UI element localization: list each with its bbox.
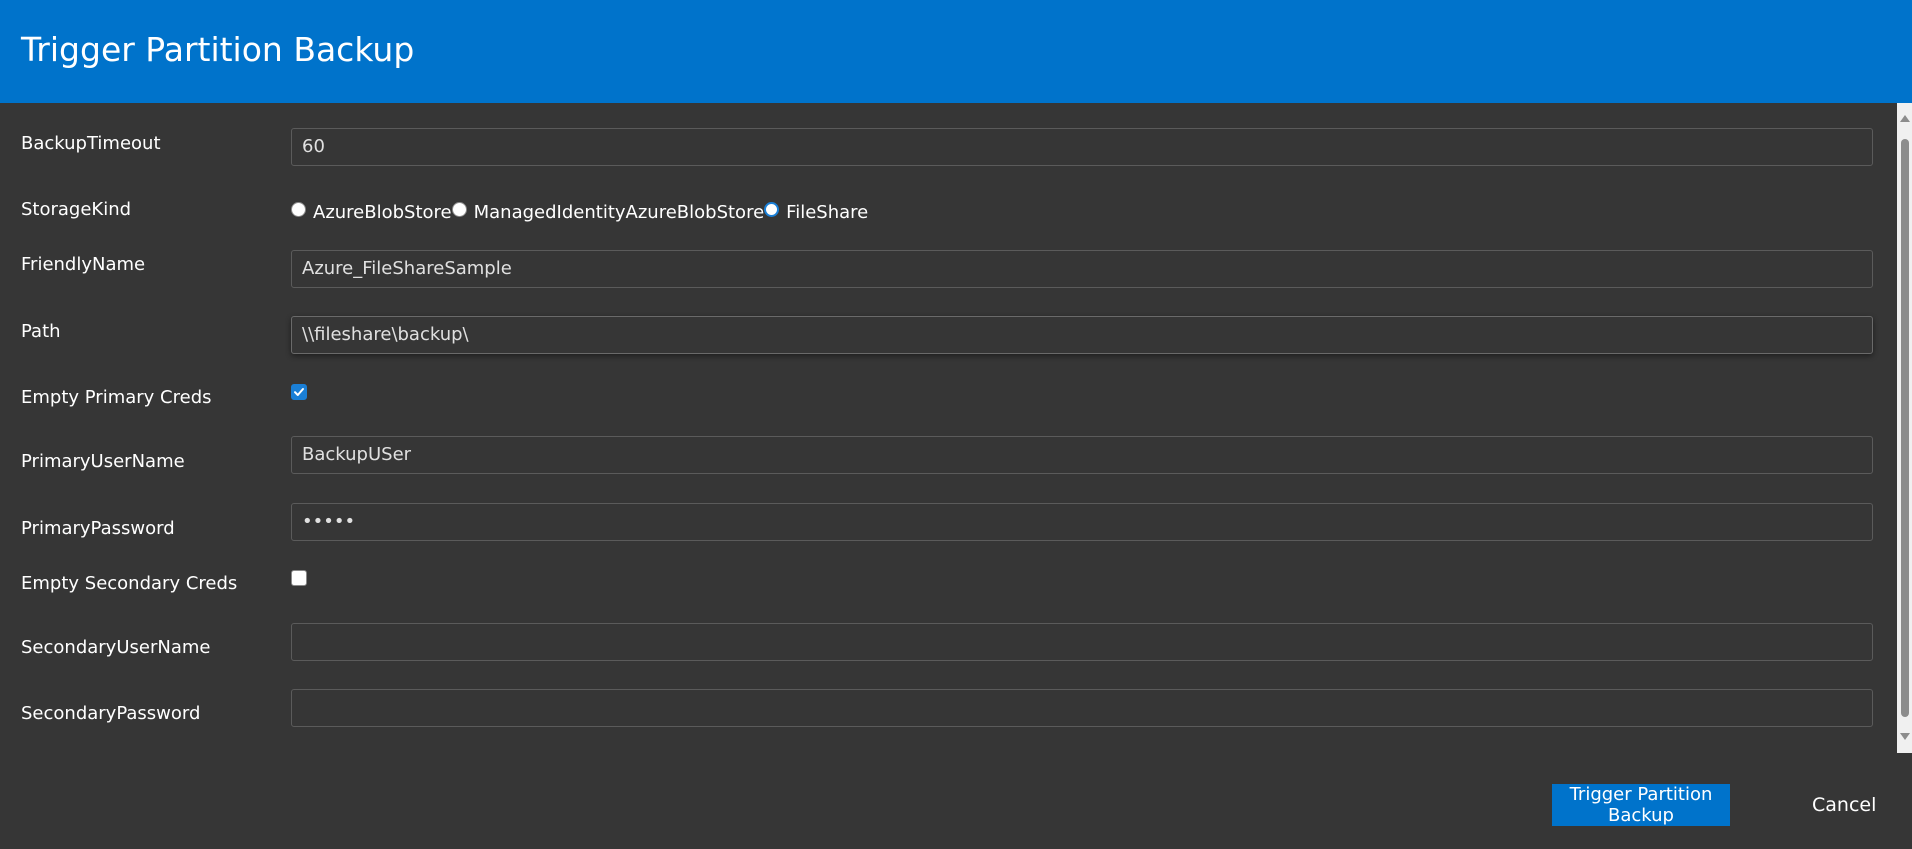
empty-primary-creds-checkbox[interactable]	[291, 384, 307, 400]
radio-managedidentityazureblobstore[interactable]	[451, 201, 467, 217]
empty-secondary-creds-label: Empty Secondary Creds	[21, 573, 238, 594]
primary-user-name-label: PrimaryUserName	[21, 451, 185, 472]
backup-timeout-label: BackupTimeout	[21, 133, 161, 154]
radio-managedidentityazureblobstore-label: ManagedIdentityAzureBlobStore	[473, 201, 765, 223]
secondary-user-name-input[interactable]	[291, 623, 1873, 661]
empty-secondary-creds-checkbox[interactable]	[291, 570, 307, 586]
form-area: BackupTimeout 60 StorageKind AzureBlobSt…	[0, 103, 1912, 753]
storage-kind-option-fileshare[interactable]: FileShare	[764, 201, 869, 223]
friendly-name-input[interactable]: Azure_FileShareSample	[291, 250, 1873, 288]
scroll-up-arrow-icon[interactable]	[1900, 115, 1910, 122]
dialog-footer: Trigger Partition Backup Cancel	[0, 753, 1912, 849]
radio-fileshare[interactable]	[764, 201, 780, 217]
storage-kind-label: StorageKind	[21, 199, 132, 220]
empty-primary-creds-label: Empty Primary Creds	[21, 387, 212, 408]
cancel-button[interactable]: Cancel	[1812, 784, 1876, 826]
path-label: Path	[21, 321, 61, 342]
primary-user-name-input[interactable]: BackupUSer	[291, 436, 1873, 474]
secondary-user-name-label: SecondaryUserName	[21, 637, 211, 658]
radio-azureblobstore-label: AzureBlobStore	[313, 201, 452, 223]
secondary-password-input[interactable]	[291, 689, 1873, 727]
backup-timeout-input[interactable]: 60	[291, 128, 1873, 166]
trigger-partition-backup-dialog: Trigger Partition Backup BackupTimeout 6…	[0, 0, 1912, 849]
dialog-title: Trigger Partition Backup	[21, 30, 415, 69]
storage-kind-option-managedidentity[interactable]: ManagedIdentityAzureBlobStore	[451, 201, 765, 223]
storage-kind-option-azureblobstore[interactable]: AzureBlobStore	[291, 201, 452, 223]
radio-fileshare-label: FileShare	[786, 201, 869, 223]
scrollbar-thumb[interactable]	[1901, 139, 1909, 717]
radio-azureblobstore[interactable]	[291, 201, 306, 217]
trigger-partition-backup-button[interactable]: Trigger Partition Backup	[1552, 784, 1730, 826]
scroll-down-arrow-icon[interactable]	[1900, 733, 1910, 740]
primary-password-label: PrimaryPassword	[21, 518, 175, 539]
dialog-header: Trigger Partition Backup	[0, 0, 1912, 103]
checkmark-icon	[294, 388, 304, 396]
storage-kind-radio-group: AzureBlobStore ManagedIdentityAzureBlobS…	[291, 199, 868, 225]
vertical-scrollbar[interactable]	[1897, 103, 1912, 753]
friendly-name-label: FriendlyName	[21, 254, 146, 275]
path-input[interactable]: \\fileshare\backup\	[291, 316, 1873, 354]
primary-password-input[interactable]: •••••	[291, 503, 1873, 541]
secondary-password-label: SecondaryPassword	[21, 703, 201, 724]
